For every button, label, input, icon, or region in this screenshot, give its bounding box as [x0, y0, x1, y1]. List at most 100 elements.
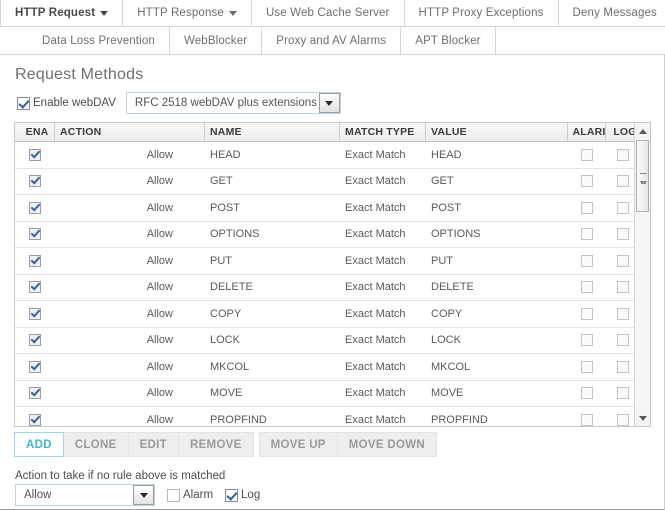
row-enabled-checkbox[interactable] [29, 202, 41, 214]
default-action-select[interactable]: Allow [15, 484, 155, 506]
row-enabled-checkbox[interactable] [29, 228, 41, 240]
row-enabled-cell [15, 255, 55, 267]
add-button[interactable]: ADD [14, 432, 64, 457]
row-alarm-checkbox[interactable] [581, 281, 593, 293]
row-log-checkbox[interactable] [617, 387, 629, 399]
table-row[interactable]: AllowDELETEExact MatchDELETE [15, 275, 650, 302]
row-name-cell: PUT [205, 255, 340, 267]
table-row[interactable]: AllowCOPYExact MatchCOPY [15, 301, 650, 328]
row-log-checkbox[interactable] [617, 149, 629, 161]
table-row[interactable]: AllowMKCOLExact MatchMKCOL [15, 354, 650, 381]
default-log-label: Log [241, 489, 260, 501]
row-name-cell: OPTIONS [205, 228, 340, 240]
row-enabled-checkbox[interactable] [29, 175, 41, 187]
column-header-ena[interactable]: ENA [15, 123, 55, 141]
row-alarm-checkbox[interactable] [581, 228, 593, 240]
row-log-checkbox[interactable] [617, 414, 629, 426]
tab-deny-messages[interactable]: Deny Messages [559, 0, 665, 26]
row-alarm-cell [568, 149, 606, 161]
default-alarm-checkbox[interactable] [167, 489, 180, 502]
column-header-match-type[interactable]: MATCH TYPE [340, 123, 426, 141]
row-log-checkbox[interactable] [617, 308, 629, 320]
table-row[interactable]: AllowHEADExact MatchHEAD [15, 142, 650, 169]
row-alarm-cell [568, 202, 606, 214]
chevron-down-icon[interactable] [319, 93, 340, 113]
chevron-down-icon[interactable] [100, 11, 108, 16]
table-row[interactable]: AllowLOCKExact MatchLOCK [15, 328, 650, 355]
edit-button[interactable]: EDIT [129, 432, 179, 457]
row-alarm-checkbox[interactable] [581, 175, 593, 187]
row-action-cell: Allow [55, 228, 205, 240]
scroll-up-icon[interactable] [635, 123, 650, 139]
row-log-checkbox[interactable] [617, 361, 629, 373]
column-header-name[interactable]: NAME [205, 123, 340, 141]
row-alarm-checkbox[interactable] [581, 414, 593, 426]
enable-webdav-label: Enable webDAV [33, 97, 116, 109]
row-log-checkbox[interactable] [617, 202, 629, 214]
default-log-checkbox[interactable] [225, 489, 238, 502]
tab-webblocker[interactable]: WebBlocker [170, 27, 262, 54]
row-match-type-cell: Exact Match [340, 334, 426, 346]
tab-proxy-and-av-alarms[interactable]: Proxy and AV Alarms [262, 27, 401, 54]
row-value-cell: POST [426, 202, 568, 214]
column-header-alari[interactable]: ALARI [568, 123, 606, 141]
clone-button[interactable]: CLONE [64, 432, 129, 457]
tab-data-loss-prevention[interactable]: Data Loss Prevention [28, 27, 170, 54]
row-alarm-checkbox[interactable] [581, 202, 593, 214]
tab-use-web-cache-server[interactable]: Use Web Cache Server [252, 0, 405, 26]
table-row[interactable]: AllowOPTIONSExact MatchOPTIONS [15, 222, 650, 249]
move-down-button[interactable]: MOVE DOWN [338, 432, 437, 457]
scrollbar-thumb[interactable] [636, 140, 649, 212]
webdav-mode-select[interactable]: RFC 2518 webDAV plus extensions [126, 92, 341, 114]
row-log-checkbox[interactable] [617, 175, 629, 187]
row-alarm-cell [568, 387, 606, 399]
tab-apt-blocker[interactable]: APT Blocker [401, 27, 495, 54]
chevron-down-icon[interactable] [229, 11, 237, 16]
row-alarm-checkbox[interactable] [581, 361, 593, 373]
chevron-down-icon[interactable] [133, 485, 154, 505]
row-log-checkbox[interactable] [617, 228, 629, 240]
row-match-type-cell: Exact Match [340, 175, 426, 187]
default-alarm-toggle[interactable]: Alarm [167, 489, 213, 502]
row-enabled-checkbox[interactable] [29, 334, 41, 346]
scroll-down-icon[interactable] [635, 410, 650, 426]
row-enabled-checkbox[interactable] [29, 281, 41, 293]
default-log-toggle[interactable]: Log [225, 489, 260, 502]
table-row[interactable]: AllowMOVEExact MatchMOVE [15, 381, 650, 408]
table-vertical-scrollbar[interactable] [634, 123, 650, 426]
row-alarm-checkbox[interactable] [581, 308, 593, 320]
row-enabled-checkbox[interactable] [29, 149, 41, 161]
row-value-cell: COPY [426, 308, 568, 320]
column-header-action[interactable]: ACTION [55, 123, 205, 141]
row-log-checkbox[interactable] [617, 255, 629, 267]
row-enabled-checkbox[interactable] [29, 308, 41, 320]
row-enabled-checkbox[interactable] [29, 361, 41, 373]
row-alarm-checkbox[interactable] [581, 387, 593, 399]
row-log-checkbox[interactable] [617, 281, 629, 293]
row-enabled-checkbox[interactable] [29, 387, 41, 399]
tab-http-response[interactable]: HTTP Response [123, 0, 252, 26]
row-log-checkbox[interactable] [617, 334, 629, 346]
column-header-value[interactable]: VALUE [426, 123, 568, 141]
tab-http-proxy-exceptions[interactable]: HTTP Proxy Exceptions [405, 0, 559, 26]
table-row[interactable]: AllowPROPFINDExact MatchPROPFIND [15, 407, 650, 426]
row-enabled-checkbox[interactable] [29, 255, 41, 267]
remove-button[interactable]: REMOVE [179, 432, 254, 457]
row-match-type-cell: Exact Match [340, 387, 426, 399]
row-enabled-checkbox[interactable] [29, 414, 41, 426]
table-row[interactable]: AllowPUTExact MatchPUT [15, 248, 650, 275]
tab-http-request[interactable]: HTTP Request [1, 0, 123, 26]
row-match-type-cell: Exact Match [340, 255, 426, 267]
row-alarm-checkbox[interactable] [581, 149, 593, 161]
table-row[interactable]: AllowPOSTExact MatchPOST [15, 195, 650, 222]
tab-label: Deny Messages [573, 7, 657, 19]
row-action-cell: Allow [55, 308, 205, 320]
tab-label: Proxy and AV Alarms [276, 35, 386, 47]
table-row[interactable]: AllowGETExact MatchGET [15, 169, 650, 196]
tab-label: Use Web Cache Server [266, 7, 390, 19]
row-value-cell: OPTIONS [426, 228, 568, 240]
row-alarm-checkbox[interactable] [581, 255, 593, 267]
enable-webdav-checkbox[interactable] [17, 97, 30, 110]
move-up-button[interactable]: MOVE UP [259, 432, 338, 457]
row-alarm-checkbox[interactable] [581, 334, 593, 346]
